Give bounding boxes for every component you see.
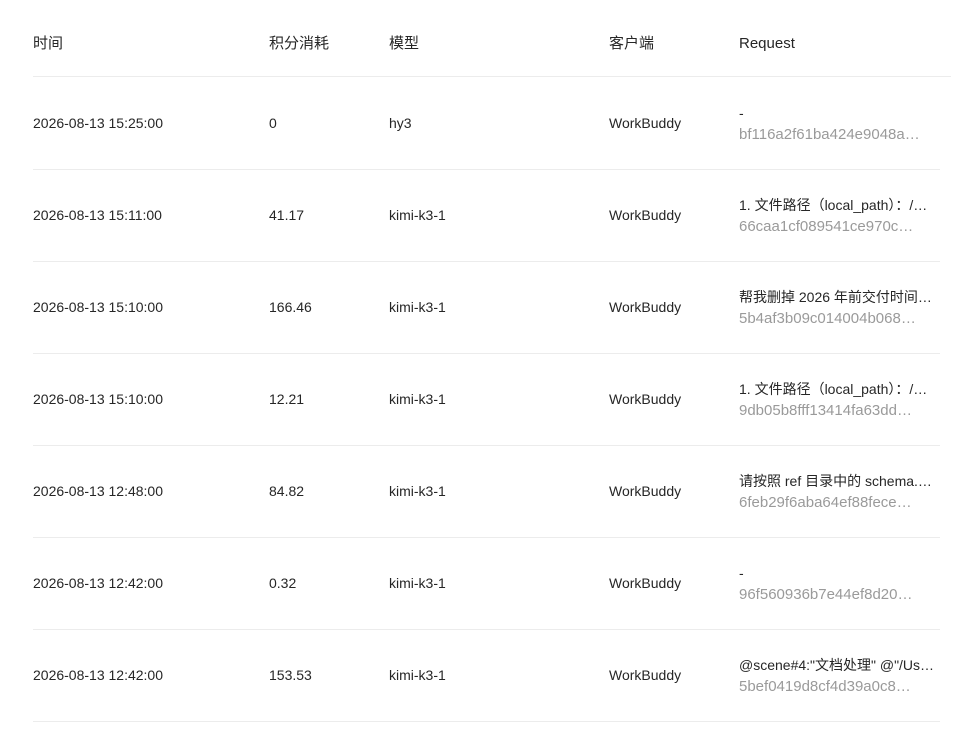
points-cell: 0 (269, 115, 277, 131)
request-cell[interactable]: 1. 文件路径（local_path）：/… 9db05b8fff13414fa… (739, 378, 939, 422)
model-cell: kimi-k3-1 (389, 483, 446, 499)
time-cell: 2026-08-13 15:10:00 (33, 391, 163, 407)
time-cell: 2026-08-13 15:10:00 (33, 299, 163, 315)
request-cell[interactable]: 1. 文件路径（local_path）：/… 66caa1cf089541ce9… (739, 194, 939, 238)
request-text: 请按照 ref 目录中的 schema.… (739, 473, 932, 489)
table-row[interactable]: 2026-08-13 12:42:00 153.53 kimi-k3-1 Wor… (33, 630, 940, 722)
request-cell[interactable]: 请按照 ref 目录中的 schema.… 6feb29f6aba64ef88f… (739, 470, 939, 514)
request-id[interactable]: 5b4af3b09c014004b068… (739, 308, 939, 330)
column-header-request: Request (739, 35, 795, 52)
table-row[interactable]: 2026-08-13 15:10:00 12.21 kimi-k3-1 Work… (33, 354, 940, 446)
column-header-points: 积分消耗 (269, 35, 330, 52)
model-cell: kimi-k3-1 (389, 391, 446, 407)
request-id[interactable]: 96f560936b7e44ef8d20… (739, 584, 939, 606)
table-row[interactable]: 2026-08-13 12:42:00 0.32 kimi-k3-1 WorkB… (33, 538, 940, 630)
time-cell: 2026-08-13 12:42:00 (33, 667, 163, 683)
model-cell: kimi-k3-1 (389, 667, 446, 683)
model-cell: kimi-k3-1 (389, 299, 446, 315)
table-row[interactable]: 2026-08-13 15:10:00 166.46 kimi-k3-1 Wor… (33, 262, 940, 354)
model-cell: kimi-k3-1 (389, 575, 446, 591)
request-text: 1. 文件路径（local_path）：/… (739, 381, 928, 397)
client-cell: WorkBuddy (609, 667, 682, 683)
client-cell: WorkBuddy (609, 207, 682, 223)
table-row[interactable]: 2026-08-13 12:48:00 84.82 kimi-k3-1 Work… (33, 446, 940, 538)
request-id[interactable]: bf116a2f61ba424e9048a… (739, 124, 939, 146)
request-cell[interactable]: @scene#4:"文档处理" @"/Us… 5bef0419d8cf4d39a… (739, 654, 939, 698)
model-cell: kimi-k3-1 (389, 207, 446, 223)
request-id[interactable]: 66caa1cf089541ce970c… (739, 216, 939, 238)
points-cell: 0.32 (269, 575, 297, 591)
request-text: @scene#4:"文档处理" @"/Us… (739, 657, 935, 673)
request-cell[interactable]: - bf116a2f61ba424e9048a… (739, 102, 939, 146)
request-text: - (739, 565, 744, 581)
request-id[interactable]: 6feb29f6aba64ef88fece… (739, 492, 939, 514)
request-text: 1. 文件路径（local_path）：/… (739, 197, 928, 213)
table-row[interactable]: 2026-08-13 15:25:00 0 hy3 WorkBuddy - bf… (33, 78, 940, 170)
table-row[interactable]: 2026-08-13 15:11:00 41.17 kimi-k3-1 Work… (33, 170, 940, 262)
client-cell: WorkBuddy (609, 115, 682, 131)
request-text: 帮我删掉 2026 年前交付时间… (739, 289, 932, 305)
client-cell: WorkBuddy (609, 299, 682, 315)
points-cell: 12.21 (269, 391, 305, 407)
column-header-model: 模型 (389, 35, 420, 52)
client-cell: WorkBuddy (609, 483, 682, 499)
request-text: - (739, 105, 744, 121)
table-header: 时间 积分消耗 模型 客户端 Request (33, 0, 951, 77)
client-cell: WorkBuddy (609, 575, 682, 591)
column-header-client: 客户端 (609, 35, 655, 52)
request-cell[interactable]: - 96f560936b7e44ef8d20… (739, 562, 939, 606)
model-cell: hy3 (389, 115, 412, 131)
time-cell: 2026-08-13 12:42:00 (33, 575, 163, 591)
time-cell: 2026-08-13 15:11:00 (33, 207, 162, 223)
column-header-time: 时间 (33, 35, 64, 52)
time-cell: 2026-08-13 15:25:00 (33, 115, 163, 131)
request-id[interactable]: 9db05b8fff13414fa63dd… (739, 400, 939, 422)
points-cell: 41.17 (269, 207, 305, 223)
time-cell: 2026-08-13 12:48:00 (33, 483, 163, 499)
points-cell: 166.46 (269, 299, 312, 315)
client-cell: WorkBuddy (609, 391, 682, 407)
request-id[interactable]: 5bef0419d8cf4d39a0c8… (739, 676, 939, 698)
request-cell[interactable]: 帮我删掉 2026 年前交付时间… 5b4af3b09c014004b068… (739, 286, 939, 330)
usage-table: 时间 积分消耗 模型 客户端 Request 2026-08-13 15:25:… (0, 0, 975, 737)
points-cell: 153.53 (269, 667, 312, 683)
points-cell: 84.82 (269, 483, 305, 499)
